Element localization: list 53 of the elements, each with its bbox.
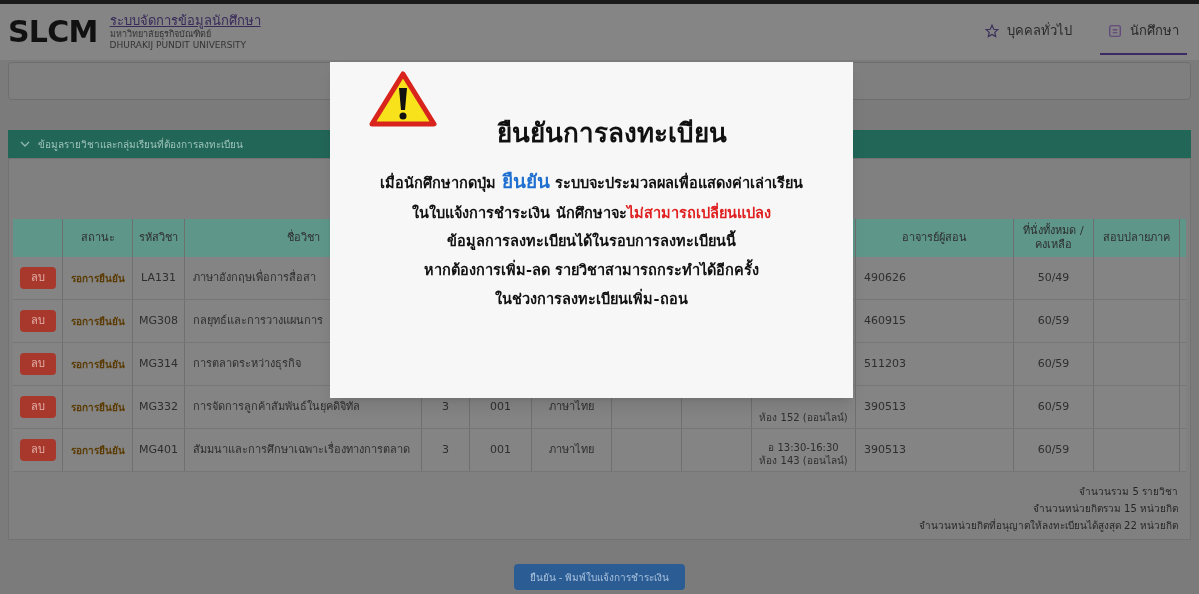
course-name: การจัดการลูกค้าสัมพันธ์ในยุคดิจิทัล [193, 400, 360, 414]
instructor-id: 390513 [864, 400, 906, 414]
seats-count: 60/59 [1037, 400, 1070, 414]
course-name: ภาษาอังกฤษเพื่อการสื่อสา [193, 271, 316, 285]
course-code: MG308 [139, 314, 178, 328]
instructor-id: 460915 [864, 314, 906, 328]
system-title: ระบบจัดการข้อมูลนักศึกษา [109, 12, 261, 29]
dialog-title: ยืนยันการลงทะเบียน [496, 117, 727, 150]
section-number: 001 [490, 443, 511, 457]
section-title: ข้อมูลรายวิชาและกลุ่มเรียนที่ต้องการลงทะเบียน [38, 136, 243, 152]
course-name: การตลาดระหว่างธุรกิจ [193, 357, 301, 371]
instructor-id: 511203 [864, 357, 906, 371]
course-name: กลยุทธ์และการวางแผนการ [193, 314, 323, 328]
summary-text: จำนวนหน่วยกิตที่อนุญาตให้ลงทะเบียนได้สูงสุด 22 หน่วยกิต [918, 518, 1178, 533]
university-logo: SLCM [8, 17, 98, 47]
instructor-id: 390513 [864, 443, 906, 457]
status-text: รอการยืนยัน [70, 400, 125, 415]
summary-text: จำนวนรวม 5 รายวิชา [1079, 485, 1178, 499]
course-code: MG314 [139, 357, 178, 371]
university-name: มหาวิทยาลัยธุรกิจบัณฑิตย์ [109, 28, 211, 41]
dialog-message-line: ข้อมูลการลงทะเบียนได้ในรอบการลงทะเบียนนี้ [447, 231, 736, 253]
instructor-id: 490626 [864, 271, 906, 285]
dialog-message-line: ในใบแจ้งการชำระเงิน นักศึกษาจะไม่สามารถเปลี่ยนแปลง [412, 202, 771, 223]
schedule-text: ห้อง 152 (ออนไลน์) [759, 411, 848, 424]
summary-text: จำนวนหน่วยกิตรวม 15 หน่วยกิต [1032, 502, 1178, 516]
status-text: รอการยืนยัน [70, 443, 125, 458]
university-name-english: DHURAKIJ PUNDIT UNIVERSITY [109, 40, 248, 52]
course-code: MG401 [139, 443, 178, 457]
language: ภาษาไทย [549, 443, 594, 457]
status-text: รอการยืนยัน [70, 357, 125, 372]
seats-count: 60/59 [1037, 357, 1070, 371]
column-header: ที่นั่งทั้งหมด / คงเหลือ [1022, 224, 1085, 252]
column-header: สถานะ [80, 231, 115, 245]
language: ภาษาไทย [549, 400, 594, 414]
column-header: อาจารย์ผู้สอน [902, 231, 967, 245]
column-header: สอบปลายภาค [1103, 231, 1170, 245]
schedule-text: อ 13:30-16:30 ห้อง 143 (ออนไลน์) [759, 442, 848, 467]
column-header: ชื่อวิชา [286, 231, 320, 245]
status-text: รอการยืนยัน [70, 314, 125, 329]
credits: 3 [442, 443, 449, 457]
section-number: 001 [490, 400, 511, 414]
column-header: รหัสวิชา [139, 231, 178, 245]
seats-count: 50/49 [1037, 271, 1070, 285]
dialog-message-line: หากต้องการเพิ่ม-ลด รายวิชาสามารถกระทำได้อีกครั้ง [423, 260, 760, 282]
seats-count: 60/59 [1037, 314, 1070, 328]
course-code: LA131 [141, 271, 176, 285]
credits: 3 [442, 400, 449, 414]
status-text: รอการยืนยัน [70, 271, 125, 286]
seats-count: 60/59 [1037, 443, 1070, 457]
dialog-message-line: เมื่อนักศึกษากดปุ่ม ยืนยัน ระบบจะประมวลผลเพื่อแสดงค่าเล่าเรียน [380, 169, 803, 194]
course-code: MG332 [139, 400, 178, 414]
dialog-message-line: ในช่วงการลงทะเบียนเพิ่ม-ถอน [495, 288, 688, 309]
course-name: สัมมนาและการศึกษาเฉพาะเรื่องทางการตลาด [193, 443, 410, 457]
